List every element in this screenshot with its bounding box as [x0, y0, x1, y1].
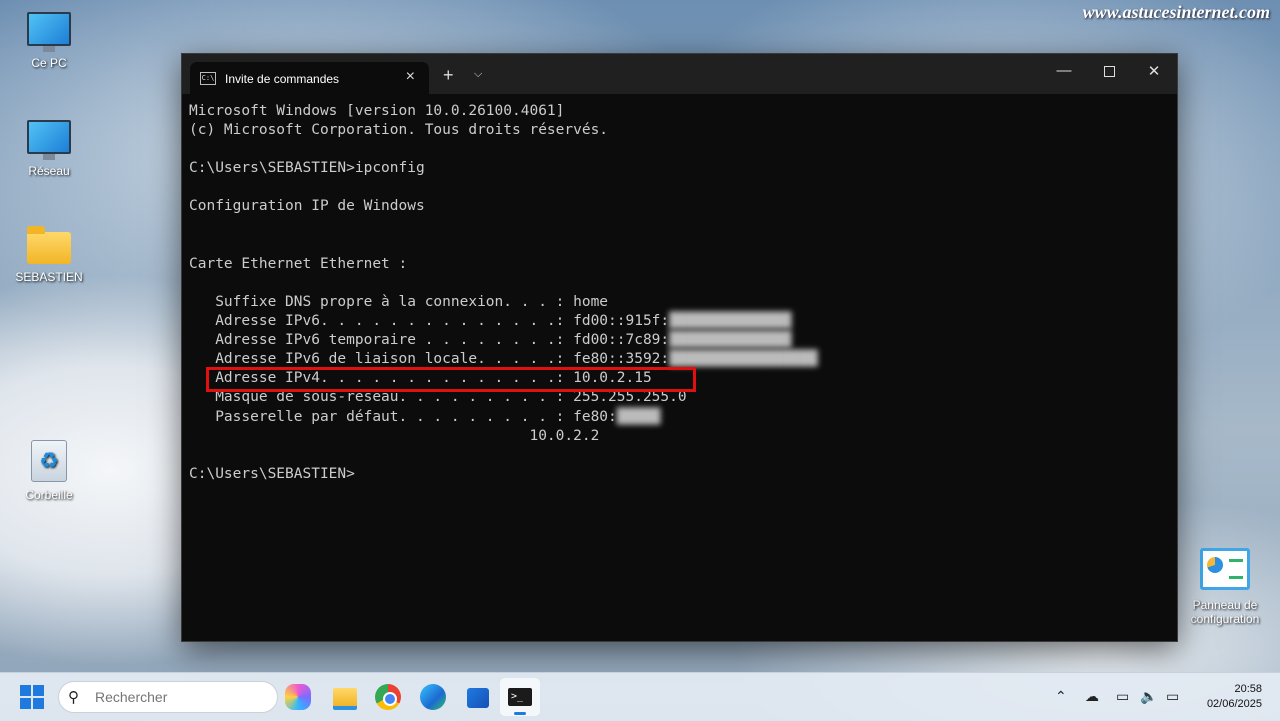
console-prompt: C:\Users\SEBASTIEN>: [189, 465, 355, 482]
close-window-button[interactable]: ✕: [1139, 62, 1169, 80]
volume-icon[interactable]: 🔈: [1140, 688, 1157, 705]
terminal-icon[interactable]: >_: [500, 678, 540, 716]
console-line: Microsoft Windows [version 10.0.26100.40…: [189, 103, 565, 119]
clock-date: 02/06/2025: [1206, 698, 1262, 710]
console-output[interactable]: Microsoft Windows [version 10.0.26100.40…: [189, 102, 1167, 484]
terminal-window[interactable]: C:\ Invite de commandes × + ⌵ — ✕ Micros…: [181, 53, 1178, 642]
console-line: Suffixe DNS propre à la connexion. . . :…: [189, 293, 609, 310]
desktop-icon-label: Panneau de configuration: [1190, 598, 1260, 626]
console-line: Carte Ethernet Ethernet :: [189, 255, 408, 272]
taskbar-search[interactable]: ⚲: [58, 681, 278, 713]
close-tab-icon[interactable]: ×: [406, 68, 415, 86]
console-line: C:\Users\SEBASTIEN>ipconfig: [189, 160, 425, 177]
console-line: Adresse IPv6 temporaire . . . . . . . .:…: [189, 332, 792, 349]
system-clock[interactable]: 20:58 02/06/2025: [1207, 682, 1262, 712]
desktop-icon-recycle-bin[interactable]: ♻ Corbeille: [4, 440, 94, 502]
console-line: 10.0.2.2: [189, 427, 600, 444]
chrome-icon[interactable]: [375, 684, 401, 710]
new-tab-button[interactable]: +: [443, 65, 454, 86]
title-bar[interactable]: C:\ Invite de commandes × + ⌵ — ✕: [182, 54, 1177, 94]
user-folder-icon: [27, 226, 71, 264]
watermark: www.astucesinternet.com: [1082, 2, 1270, 22]
minimize-button[interactable]: —: [1049, 62, 1079, 79]
desktop-icon-user-folder[interactable]: SEBASTIEN: [4, 226, 94, 284]
desktop-icon-label: Ce PC: [31, 56, 67, 70]
start-button[interactable]: [20, 685, 44, 709]
console-line: Adresse IPv6 de liaison locale. . . . .:…: [189, 351, 818, 368]
control-panel-icon: [1200, 548, 1250, 590]
this-pc-icon: [27, 12, 71, 52]
network-icon: [27, 120, 71, 160]
cloud-offline-icon[interactable]: ☁: [1085, 688, 1099, 705]
console-line: (c) Microsoft Corporation. Tous droits r…: [189, 122, 609, 139]
cmd-icon: C:\: [200, 72, 216, 85]
console-line: Adresse IPv6. . . . . . . . . . . . . .:…: [189, 313, 792, 330]
redacted-text: █████: [616, 408, 661, 425]
network-tray-icon[interactable]: ▭: [1116, 688, 1129, 705]
maximize-button[interactable]: [1094, 62, 1124, 81]
redacted-text: █████████████████: [669, 351, 818, 368]
desktop-icon-this-pc[interactable]: Ce PC: [4, 12, 94, 70]
taskbar: ⚲ >_ ⌃ ☁ ▭ 🔈 ▭ 20:58 02/06/2025: [0, 672, 1280, 721]
chevron-up-icon[interactable]: ⌃: [1055, 688, 1067, 705]
redacted-text: ██████████████: [669, 332, 792, 349]
chevron-down-icon[interactable]: ⌵: [474, 68, 482, 81]
search-input[interactable]: [93, 687, 267, 707]
edge-icon[interactable]: [420, 684, 446, 710]
redacted-text: ██████████████: [669, 313, 792, 330]
console-line: Passerelle par défaut. . . . . . . . . :…: [189, 408, 661, 425]
desktop-icon-label: Corbeille: [25, 488, 73, 502]
search-icon: ⚲: [68, 689, 79, 706]
desktop-icon-label: SEBASTIEN: [15, 270, 83, 284]
file-explorer-icon[interactable]: [330, 682, 360, 712]
tab-command-prompt[interactable]: C:\ Invite de commandes ×: [190, 62, 429, 94]
battery-icon[interactable]: ▭: [1166, 688, 1179, 705]
console-line: Configuration IP de Windows: [189, 198, 425, 215]
console-line-ipv4: Adresse IPv4. . . . . . . . . . . . . .:…: [189, 370, 652, 387]
recycle-bin-icon: ♻: [31, 440, 67, 482]
clock-time: 20:58: [1234, 683, 1262, 695]
desktop-icon-network[interactable]: Réseau: [4, 120, 94, 178]
copilot-icon[interactable]: [285, 684, 311, 710]
tab-title: Invite de commandes: [225, 72, 340, 86]
desktop-icon-label: Réseau: [28, 164, 70, 178]
desktop-icon-control-panel[interactable]: Panneau de configuration: [1180, 548, 1270, 626]
console-line: Masque de sous-réseau. . . . . . . . . :…: [189, 389, 687, 406]
store-icon[interactable]: [463, 682, 493, 712]
